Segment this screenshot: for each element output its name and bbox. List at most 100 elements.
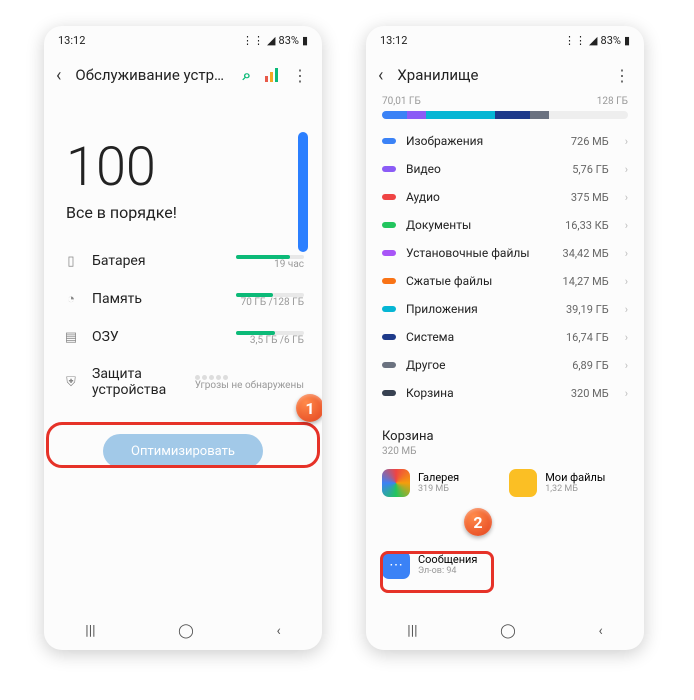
chevron-right-icon: › <box>619 219 628 232</box>
category-size: 34,42 МБ <box>563 247 609 260</box>
home-icon[interactable]: ◯ <box>500 623 516 639</box>
chevron-right-icon: › <box>619 163 628 176</box>
trash-item-files[interactable]: Мои файлы 1,32 МБ <box>509 469 605 497</box>
category-row[interactable]: Документы 16,33 КБ › <box>366 211 644 239</box>
row-battery[interactable]: ▯ Батарея 19 час <box>56 242 310 280</box>
category-row[interactable]: Аудио375 МБ› <box>366 183 644 211</box>
more-icon[interactable]: ⋮ <box>614 66 630 85</box>
category-list: Изображения726 МБ›Видео5,76 ГБ› Аудио 375 … <box>366 127 644 407</box>
trash-item-messages[interactable]: ⋯ Сообщения Эл-ов: 94 <box>382 551 477 579</box>
signal-icon: ◢ <box>267 34 275 47</box>
category-label: Приложения <box>406 302 556 316</box>
category-color-icon <box>382 166 396 172</box>
messages-icon: ⋯ <box>382 551 410 579</box>
category-row[interactable]: Другое6,89 ГБ› <box>366 351 644 379</box>
row-ram[interactable]: ▤ ОЗУ 3,5 ГБ /6 ГБ <box>56 318 310 356</box>
usage-total: 128 ГБ <box>597 96 628 107</box>
category-size: 16,74 ГБ <box>566 331 609 344</box>
back-icon[interactable]: ‹ <box>374 65 387 86</box>
category-label: Документы <box>406 218 555 232</box>
nav-bar: ||| ◯ ‹ <box>44 612 322 650</box>
phone-right: 13:12 ⋮⋮ ◢ 83% ▮ ‹ Хранилище ⋮ 70,01 ГБ … <box>366 26 644 650</box>
chevron-right-icon: › <box>619 275 628 288</box>
score-value: 100 <box>66 136 300 199</box>
status-time: 13:12 <box>380 34 407 47</box>
optimize-button[interactable]: Оптимизировать <box>103 434 263 468</box>
usage-used: 70,01 ГБ <box>382 96 421 107</box>
files-sub: 1,32 МБ <box>545 484 605 495</box>
files-label: Мои файлы <box>545 471 605 484</box>
category-label: Корзина <box>406 386 561 400</box>
more-icon[interactable]: ⋮ <box>292 66 308 85</box>
score-subtitle: Все в порядке! <box>66 203 300 222</box>
stats-icon[interactable] <box>265 68 278 82</box>
back-nav-icon[interactable]: ‹ <box>276 623 280 639</box>
row-security[interactable]: ⛨ Защита устройства Угрозы не обнаружены <box>56 356 310 408</box>
device-care-list: ▯ Батарея 19 час ◔ Память 70 ГБ /128 ГБ … <box>44 242 322 408</box>
category-color-icon <box>382 390 396 396</box>
category-color-icon <box>382 278 396 284</box>
battery-icon: ▮ <box>624 34 630 47</box>
category-row[interactable]: Приложения39,19 ГБ› <box>366 295 644 323</box>
status-bar: 13:12 ⋮⋮ ◢ 83% ▮ <box>44 26 322 54</box>
trash-item-gallery[interactable]: Галерея 319 МБ <box>382 469 459 497</box>
back-nav-icon[interactable]: ‹ <box>598 623 602 639</box>
messages-label: Сообщения <box>418 553 477 566</box>
category-label: Изображения <box>406 134 561 148</box>
category-size: 14,27 МБ <box>563 275 609 288</box>
category-color-icon <box>382 138 396 144</box>
header-actions: ⌕ ⋮ <box>243 66 314 85</box>
wifi-icon: ⋮⋮ <box>564 34 586 47</box>
category-size: 320 МБ <box>571 387 609 400</box>
phone-left: 13:12 ⋮⋮ ◢ 83% ▮ ‹ Обслуживание устрой..… <box>44 26 322 650</box>
chevron-right-icon: › <box>619 331 628 344</box>
gallery-icon <box>382 469 410 497</box>
ram-row-icon: ▤ <box>62 328 80 346</box>
recents-icon[interactable]: ||| <box>85 623 95 639</box>
messages-sub: Эл-ов: 94 <box>418 566 477 577</box>
category-row[interactable]: Сжатые файлы 14,27 МБ › <box>366 267 644 295</box>
badge-2: 2 <box>464 508 492 536</box>
category-row[interactable]: Изображения726 МБ› <box>366 127 644 155</box>
chevron-right-icon: › <box>619 303 628 316</box>
page-title: Обслуживание устрой... <box>75 66 232 84</box>
status-time: 13:12 <box>58 34 85 47</box>
gallery-sub: 319 МБ <box>418 484 459 495</box>
category-row[interactable]: Корзина320 МБ› <box>366 379 644 407</box>
storage-meta: 70 ГБ /128 ГБ <box>236 290 304 308</box>
category-row[interactable]: Система 16,74 ГБ › <box>366 323 644 351</box>
trash-title: Корзина <box>382 429 628 444</box>
folder-icon <box>509 469 537 497</box>
battery-label: Батарея <box>80 253 236 269</box>
battery-percent: 83% <box>279 34 299 47</box>
category-size: 16,33 КБ <box>565 219 609 232</box>
category-row[interactable]: Видео5,76 ГБ› <box>366 155 644 183</box>
header: ‹ Хранилище ⋮ <box>366 54 644 96</box>
battery-meta: 19 час <box>236 252 304 270</box>
battery-icon: ▮ <box>302 34 308 47</box>
category-row[interactable]: Установочные файлы34,42 МБ› <box>366 239 644 267</box>
gallery-label: Галерея <box>418 471 459 484</box>
chevron-right-icon: › <box>619 135 628 148</box>
home-icon[interactable]: ◯ <box>178 623 194 639</box>
recents-icon[interactable]: ||| <box>407 623 417 639</box>
category-label: Аудио <box>406 190 561 204</box>
score-indicator <box>298 132 308 252</box>
storage-row-icon: ◔ <box>62 290 80 308</box>
category-color-icon <box>382 306 396 312</box>
battery-percent: 83% <box>601 34 621 47</box>
category-label: Установочные файлы <box>406 246 553 260</box>
header: ‹ Обслуживание устрой... ⌕ ⋮ <box>44 54 322 96</box>
category-label: Сжатые файлы <box>406 274 553 288</box>
category-label: Другое <box>406 358 562 372</box>
status-bar: 13:12 ⋮⋮ ◢ 83% ▮ <box>366 26 644 54</box>
header-actions: ⋮ <box>614 66 636 85</box>
security-meta: Угрозы не обнаружены <box>195 373 304 391</box>
category-size: 375 МБ <box>571 191 609 204</box>
category-label: Система <box>406 330 556 344</box>
wifi-icon: ⋮⋮ <box>242 34 264 47</box>
back-icon[interactable]: ‹ <box>52 65 65 86</box>
row-storage[interactable]: ◔ Память 70 ГБ /128 ГБ <box>56 280 310 318</box>
search-icon[interactable]: ⌕ <box>243 66 251 84</box>
category-color-icon <box>382 362 396 368</box>
